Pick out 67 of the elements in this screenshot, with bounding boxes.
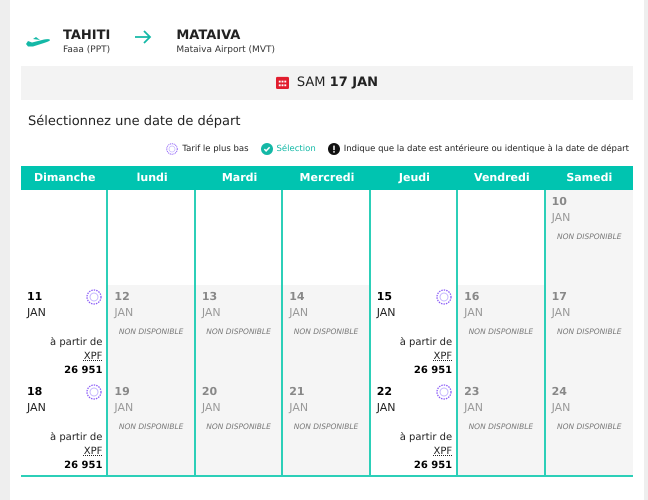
- price: 26 951: [64, 364, 102, 378]
- day-number: 23: [463, 384, 480, 400]
- weekday-label: Mardi: [220, 170, 258, 186]
- day-number: 17: [550, 288, 568, 305]
- month-label: JAN: [200, 305, 222, 322]
- day-number: 15: [376, 288, 392, 305]
- day-number: 18: [26, 384, 42, 400]
- currency-label: XPF: [84, 350, 102, 364]
- day-number: 22: [376, 384, 392, 400]
- month-label: JAN: [550, 305, 572, 322]
- legend-label: Indique que la date est antérieure ou identique à la date de départ: [344, 143, 629, 156]
- weekday-label: Dimanche: [32, 170, 96, 186]
- month-label: JAN: [288, 305, 310, 322]
- calendar-day[interactable]: 22 JAN à partir de XPF 26 951: [370, 380, 458, 475]
- price: 26 951: [64, 458, 102, 473]
- day-number: 19: [113, 384, 131, 400]
- day-number: 13: [200, 288, 218, 305]
- month-label: JAN: [200, 400, 222, 416]
- day-number: 11: [26, 288, 42, 305]
- month-label: JAN: [26, 305, 47, 322]
- selected-date: SAM 17 JAN: [296, 74, 378, 92]
- section-heading: Sélectionnez une date de départ: [28, 112, 242, 130]
- weekday-label: Mercredi: [298, 170, 356, 186]
- info-icon: [328, 143, 340, 156]
- month-label: JAN: [26, 400, 47, 416]
- price-prefix: à partir de: [50, 430, 102, 445]
- month-label: JAN: [462, 400, 484, 416]
- day-number: 10: [550, 194, 568, 210]
- airplane-icon: [25, 36, 51, 48]
- calendar-icon: [276, 76, 289, 89]
- day-number: 20: [200, 384, 218, 400]
- weekday-label: lundi: [136, 170, 169, 186]
- legend-label: Sélection: [276, 143, 316, 156]
- arrow-right-icon: [134, 30, 152, 44]
- weekday-label: Samedi: [565, 170, 614, 186]
- weekday-label: Jeudi: [397, 170, 431, 186]
- currency-label: XPF: [434, 444, 452, 459]
- day-number: 12: [113, 288, 131, 305]
- month-label: JAN: [112, 400, 134, 416]
- origin-city: TAHITI: [63, 28, 110, 44]
- price: 26 951: [414, 458, 452, 473]
- month-label: JAN: [288, 400, 310, 416]
- day-number: 16: [463, 288, 480, 305]
- dotted-circle-icon: [166, 143, 178, 156]
- month-label: JAN: [112, 305, 134, 322]
- month-label: JAN: [462, 305, 484, 322]
- origin-airport: Faaa (PPT): [63, 44, 110, 57]
- month-label: JAN: [550, 210, 572, 226]
- currency-label: XPF: [434, 350, 452, 364]
- day-number: 21: [288, 384, 306, 400]
- day-number: 14: [288, 288, 306, 305]
- day-number: 24: [550, 384, 568, 400]
- destination-city: MATAIVA: [176, 28, 242, 44]
- currency-label: XPF: [84, 444, 102, 459]
- price-prefix: à partir de: [400, 430, 452, 445]
- calendar-day[interactable]: 15 JAN à partir de XPF 26 951: [370, 284, 458, 380]
- price: 26 951: [414, 364, 452, 378]
- price-prefix: à partir de: [50, 336, 102, 350]
- legend-label: Tarif le plus bas: [182, 143, 249, 156]
- price-prefix: à partir de: [400, 336, 452, 350]
- date-bar[interactable]: SAM 17 JAN: [21, 66, 633, 100]
- weekday-label: Vendredi: [473, 170, 531, 186]
- month-label: JAN: [375, 400, 397, 416]
- month-label: JAN: [375, 305, 397, 322]
- month-label: JAN: [550, 400, 572, 416]
- check-circle-icon: [260, 143, 273, 156]
- destination-airport: Mataiva Airport (MVT): [176, 44, 275, 57]
